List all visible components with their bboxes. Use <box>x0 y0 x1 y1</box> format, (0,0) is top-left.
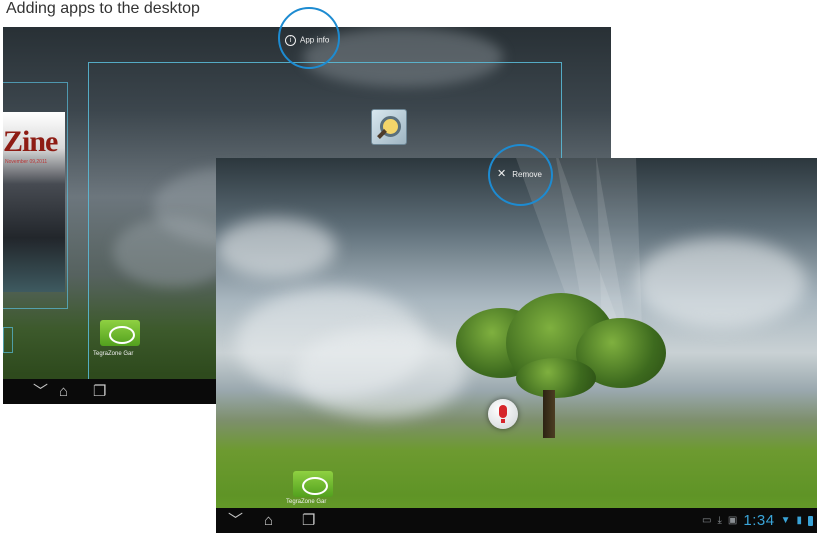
battery-icon <box>808 515 813 526</box>
front-screenshot: TegraZone Gar ✕ Remove ﹀ ⌂ ❐ ▭ ⤓ ▣ 1:34 ▼… <box>216 158 817 533</box>
frame-edge <box>3 327 13 353</box>
mic-icon <box>499 405 507 418</box>
tree-trunk <box>543 390 555 438</box>
status-bar: ▭ ⤓ ▣ 1:34 ▼ ▮ <box>702 508 813 533</box>
home-icon[interactable]: ⌂ <box>59 379 68 404</box>
front-nav-bar: ﹀ ⌂ ❐ ▭ ⤓ ▣ 1:34 ▼ ▮ <box>216 508 817 533</box>
clock[interactable]: 1:34 <box>743 512 774 529</box>
tegrazone-app-label-front: TegraZone Gar <box>286 499 327 505</box>
left-page-frame <box>3 82 68 309</box>
recents-icon[interactable]: ❐ <box>93 379 106 404</box>
recents-icon[interactable]: ❐ <box>302 508 315 533</box>
voice-search-button[interactable] <box>488 399 518 429</box>
search-app-icon[interactable] <box>371 109 407 145</box>
remove-highlight-circle <box>488 144 553 206</box>
caption: Adding apps to the desktop <box>6 0 200 17</box>
tegrazone-app-label: TegraZone Gar <box>93 351 134 357</box>
tegrazone-app-icon[interactable] <box>100 320 140 346</box>
image-icon: ▣ <box>727 515 738 526</box>
usb-icon: ▭ <box>702 515 712 526</box>
app-info-highlight-circle <box>278 7 340 69</box>
back-icon[interactable]: ﹀ <box>33 379 48 404</box>
tegrazone-app-icon-front[interactable] <box>293 471 333 497</box>
home-icon[interactable]: ⌂ <box>264 508 273 533</box>
signal-icon: ▮ <box>796 515 802 526</box>
back-icon[interactable]: ﹀ <box>228 508 243 533</box>
wifi-icon: ▼ <box>780 515 791 526</box>
download-icon: ⤓ <box>717 515 722 526</box>
